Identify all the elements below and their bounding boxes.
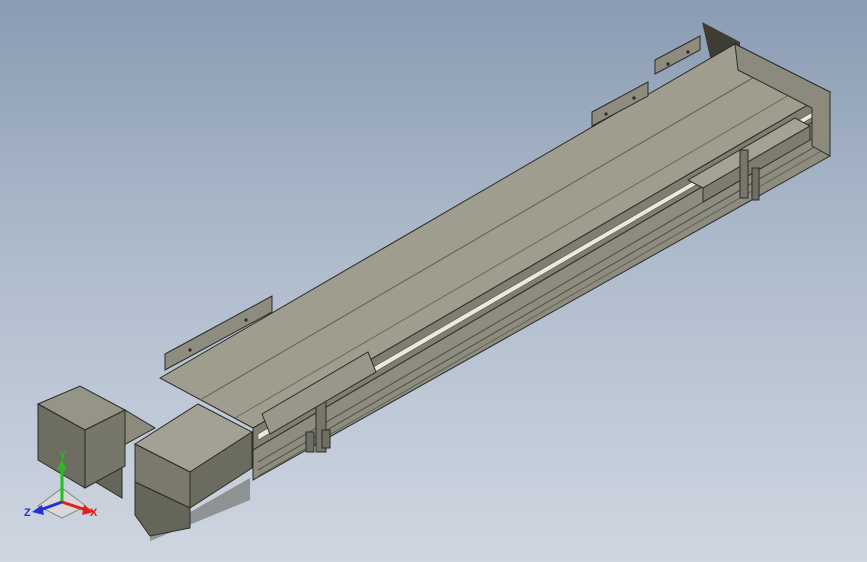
top-ridge-line-2 <box>234 83 809 419</box>
z-axis-arrow <box>32 505 44 515</box>
linear-actuator-model[interactable] <box>0 0 867 562</box>
cad-viewport[interactable]: Y X Z <box>0 0 867 562</box>
orientation-triad[interactable]: Y X Z <box>24 448 104 526</box>
triad-x-label: X <box>90 507 98 519</box>
motor-housing <box>133 403 253 541</box>
triad-z-label: Z <box>24 507 31 519</box>
body-top-face <box>158 43 832 429</box>
triad-y-label: Y <box>59 450 67 462</box>
